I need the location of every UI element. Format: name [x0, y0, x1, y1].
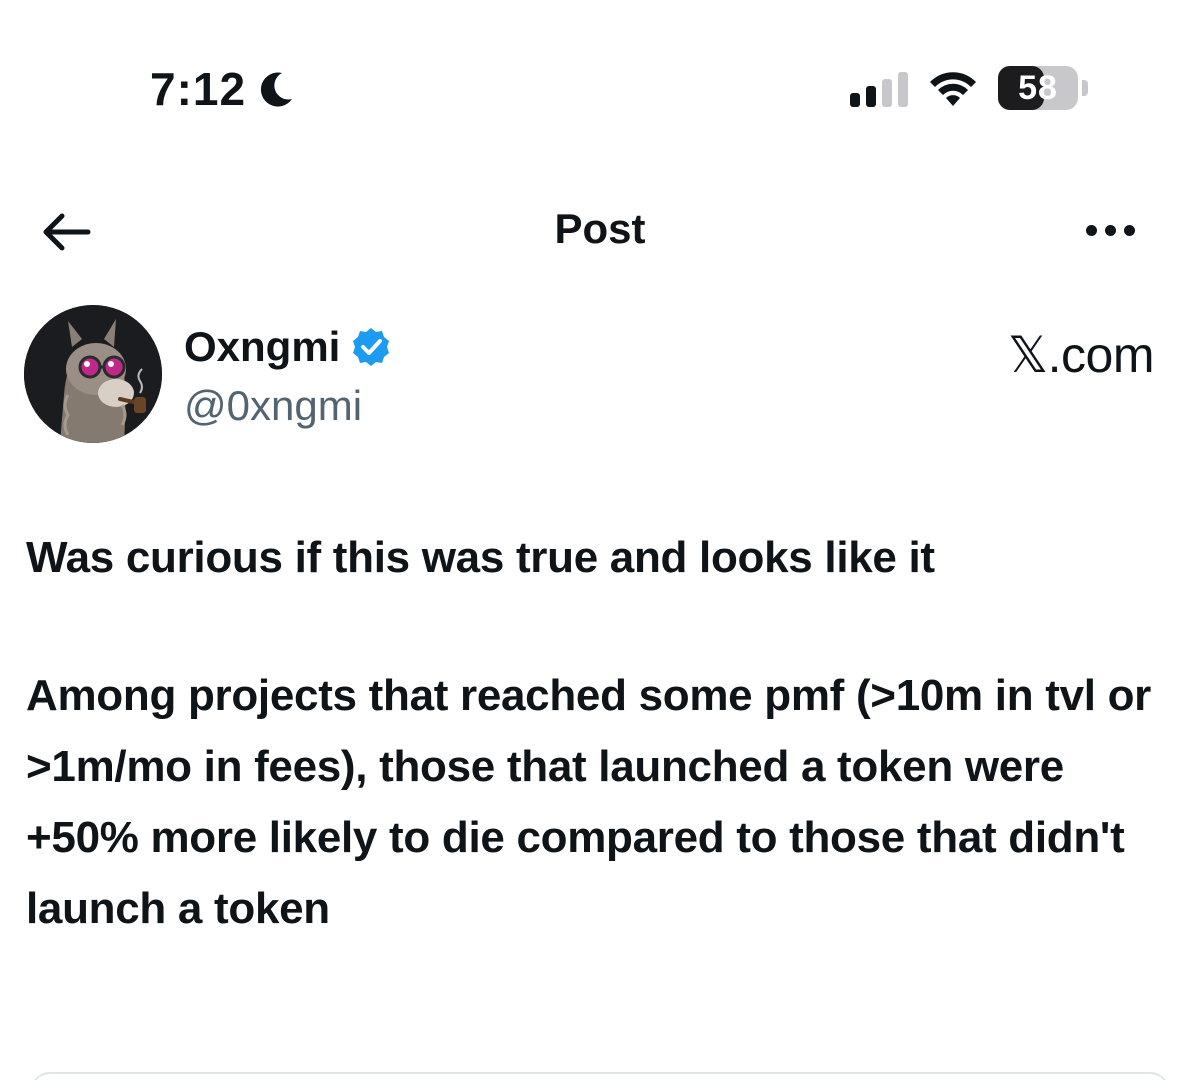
battery-indicator: 58 — [998, 66, 1088, 110]
post-text: Was curious if this was true and looks l… — [26, 522, 1156, 944]
more-horizontal-icon — [1086, 225, 1097, 236]
llama-avatar-icon — [24, 305, 162, 443]
signal-bar — [866, 86, 876, 107]
moon-icon — [260, 72, 293, 107]
signal-bar — [850, 93, 860, 107]
post-paragraph: Among projects that reached some pmf (>1… — [26, 671, 1151, 933]
battery-percent: 58 — [1018, 68, 1058, 107]
author-display-name[interactable]: Oxngmi — [184, 323, 392, 371]
status-time-text: 7:12 — [150, 63, 247, 115]
status-indicators: 58 — [850, 66, 1088, 110]
site-watermark: 𝕏.com — [1007, 327, 1155, 383]
author-handle[interactable]: @0xngmi — [184, 382, 362, 430]
header-title: Post — [554, 205, 646, 252]
avatar[interactable] — [24, 305, 162, 443]
battery-cap — [1082, 80, 1088, 96]
embedded-card-edge[interactable] — [30, 1072, 1170, 1080]
post-paragraph: Was curious if this was true and looks l… — [26, 533, 935, 582]
more-dot — [1124, 225, 1135, 236]
display-name-text: Oxngmi — [184, 323, 341, 370]
cellular-signal-icon — [850, 69, 908, 107]
more-options-button[interactable] — [1086, 225, 1135, 236]
verified-badge-icon — [353, 328, 390, 366]
post-screen: 7:12 58 Post Oxngmi @0xngmi 𝕏.com Was cu… — [0, 0, 1200, 1080]
wifi-icon — [930, 72, 976, 106]
signal-bar — [882, 79, 892, 107]
signal-bar — [898, 72, 908, 107]
more-dot — [1105, 225, 1116, 236]
status-time: 7:12 — [150, 62, 296, 116]
